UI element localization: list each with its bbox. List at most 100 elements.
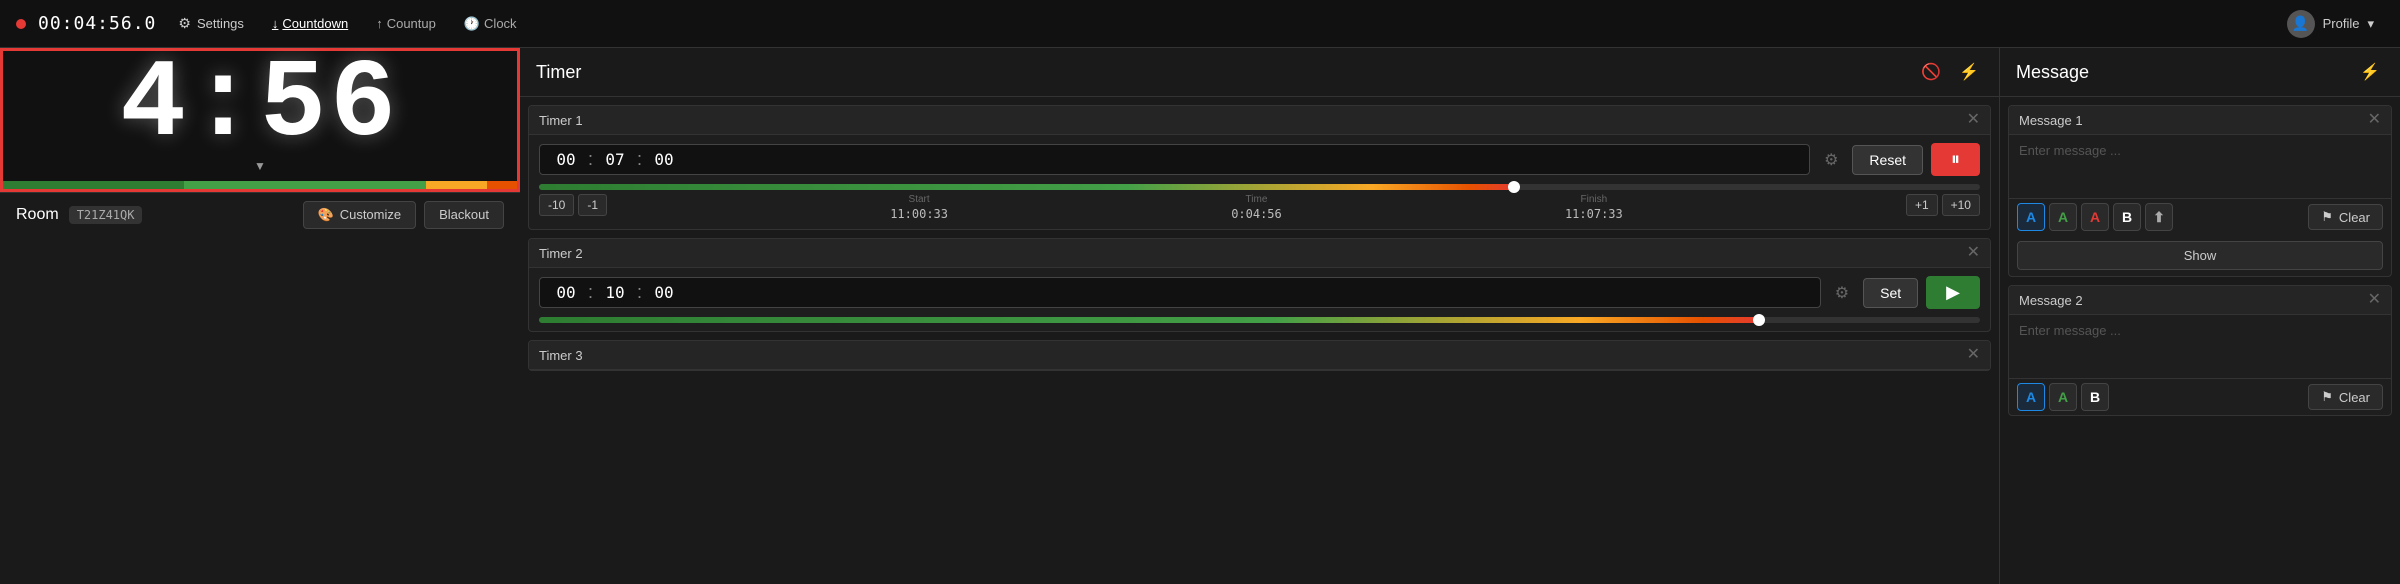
gear-icon: ⚙	[178, 15, 191, 32]
timer-1-minus10-button[interactable]: -10	[539, 194, 574, 216]
mode-clock[interactable]: 🕐 Clock	[458, 12, 523, 36]
timer-1-progress-row	[529, 184, 1990, 190]
timer-1-minutes[interactable]	[597, 150, 633, 169]
clear-2-flag-icon: ⚑	[2321, 389, 2333, 405]
timer-1-minus1-button[interactable]: -1	[578, 194, 607, 216]
timer-3-header: Timer 3 ✕	[529, 341, 1990, 370]
timer-1-sep2: :	[637, 149, 642, 170]
message-1-close-button[interactable]: ✕	[2368, 112, 2381, 128]
timer-panel-header: Timer 🚫 ⚡	[520, 48, 1999, 97]
bar-orange	[487, 181, 517, 189]
message-1-clear-button[interactable]: ⚑ Clear	[2308, 204, 2383, 230]
timer-1-progress-fill	[539, 184, 1519, 190]
preview-wrapper: 4:56 ▼ Room T21Z41QK 🎨 Customize	[0, 48, 520, 584]
message-2-block: Message 2 ✕ A A B ⚑ Clear	[2008, 285, 2392, 416]
countdown-arrow-icon: ↓	[272, 16, 279, 31]
fmt-2-b-button[interactable]: B	[2081, 383, 2109, 411]
timer-1-close-button[interactable]: ✕	[1967, 112, 1980, 128]
timer-2-settings-icon[interactable]: ⚙	[1829, 277, 1855, 309]
message-panel: Message ⚡ Message 1 ✕ A A A B ⬆ ⚑ Clear	[2000, 48, 2400, 584]
profile-avatar: 👤	[2287, 10, 2315, 38]
clear-1-flag-icon: ⚑	[2321, 209, 2333, 225]
timer-1-start-group: Start 11:00:33	[890, 194, 948, 221]
settings-label: Settings	[197, 16, 244, 31]
timer-2-minutes[interactable]	[597, 283, 633, 302]
fmt-1-a-blue-button[interactable]: A	[2017, 203, 2045, 231]
timer-2-close-button[interactable]: ✕	[1967, 245, 1980, 261]
timer-2-progress-row	[529, 317, 1990, 323]
bar-light-green	[184, 181, 426, 189]
clear-1-label: Clear	[2339, 210, 2370, 225]
eye-off-icon[interactable]: 🚫	[1917, 58, 1945, 86]
message-1-header: Message 1 ✕	[2009, 106, 2391, 135]
fmt-1-a-red-button[interactable]: A	[2081, 203, 2109, 231]
timer-panel: Timer 🚫 ⚡ Timer 1 ✕ : : ⚙	[520, 48, 2000, 584]
timer-2-seconds[interactable]	[646, 283, 682, 302]
message-2-label: Message 2	[2019, 293, 2083, 308]
timer-panel-icons: 🚫 ⚡	[1917, 58, 1983, 86]
timer-2-hours[interactable]	[548, 283, 584, 302]
blackout-button[interactable]: Blackout	[424, 201, 504, 229]
fmt-2-a-green-button[interactable]: A	[2049, 383, 2077, 411]
message-2-input[interactable]	[2009, 315, 2391, 375]
timer-1-settings-icon[interactable]: ⚙	[1818, 144, 1844, 176]
lightning-icon[interactable]: ⚡	[1955, 58, 1983, 86]
timer-1-seconds[interactable]	[646, 150, 682, 169]
mode-countdown[interactable]: ↓ Countdown	[266, 12, 354, 35]
timer-1-hours[interactable]	[548, 150, 584, 169]
timer-2-play-button[interactable]: ▶	[1926, 276, 1980, 309]
timer-2-sep1: :	[588, 282, 593, 303]
timer-2-play-icon: ▶	[1946, 282, 1960, 303]
settings-button[interactable]: ⚙ Settings	[168, 11, 254, 36]
clear-2-label: Clear	[2339, 390, 2370, 405]
profile-label: Profile	[2323, 16, 2360, 31]
timer-1-reset-label: Reset	[1869, 152, 1906, 168]
profile-button[interactable]: 👤 Profile ▾	[2277, 6, 2384, 42]
timer-2-progress-handle[interactable]	[1753, 314, 1765, 326]
timer-1-plus10-button[interactable]: +10	[1942, 194, 1980, 216]
preview-timer: 4:56	[120, 51, 400, 161]
fmt-1-upload-button[interactable]: ⬆	[2145, 203, 2173, 231]
topbar-timer-display: 00:04:56.0	[38, 13, 156, 34]
timer-1-progress-handle[interactable]	[1508, 181, 1520, 193]
timer-1-current-time: 0:04:56	[1231, 207, 1282, 221]
timer-1-finish-group: Finish 11:07:33	[1565, 194, 1623, 221]
message-2-clear-button[interactable]: ⚑ Clear	[2308, 384, 2383, 410]
timer-1-block: Timer 1 ✕ : : ⚙ Reset ⏸	[528, 105, 1991, 230]
timer-2-progress-fill	[539, 317, 1764, 323]
room-code: T21Z41QK	[69, 206, 143, 224]
timer-2-set-button[interactable]: Set	[1863, 278, 1918, 308]
timer-1-adjust-left: -10 -1	[539, 194, 607, 216]
fmt-2-a-blue-button[interactable]: A	[2017, 383, 2045, 411]
timer-3-block: Timer 3 ✕	[528, 340, 1991, 371]
fmt-1-b-button[interactable]: B	[2113, 203, 2141, 231]
countup-arrow-icon: ↑	[376, 16, 383, 31]
timer-1-plus1-button[interactable]: +1	[1906, 194, 1938, 216]
message-2-close-button[interactable]: ✕	[2368, 292, 2381, 308]
bar-yellow	[426, 181, 486, 189]
timer-1-label: Timer 1	[539, 113, 583, 128]
message-1-block: Message 1 ✕ A A A B ⬆ ⚑ Clear Show	[2008, 105, 2392, 277]
timer-3-close-button[interactable]: ✕	[1967, 347, 1980, 363]
message-2-formatting: A A B ⚑ Clear	[2009, 378, 2391, 415]
timer-1-pause-button[interactable]: ⏸	[1931, 143, 1980, 176]
profile-chevron-icon: ▾	[2367, 16, 2374, 32]
mode-countup[interactable]: ↑ Countup	[370, 12, 442, 35]
timer-2-header: Timer 2 ✕	[529, 239, 1990, 268]
timer-panel-title: Timer	[536, 62, 581, 83]
fmt-1-a-green-button[interactable]: A	[2049, 203, 2077, 231]
message-1-show-label: Show	[2184, 248, 2217, 263]
timer-1-time-group: Time 0:04:56	[1231, 194, 1282, 221]
clock-icon: 🕐	[464, 16, 480, 32]
timer-1-timestamps: -10 -1 Start 11:00:33 Time 0:04:56 Finis…	[529, 190, 1990, 229]
message-1-show-button[interactable]: Show	[2017, 241, 2383, 270]
topbar-left: 00:04:56.0 ⚙ Settings ↓ Countdown ↑ Coun…	[16, 11, 2277, 36]
customize-button[interactable]: 🎨 Customize	[303, 201, 417, 229]
timer-1-time-input: : :	[539, 144, 1810, 175]
room-actions: 🎨 Customize Blackout	[303, 201, 504, 229]
message-lightning-icon[interactable]: ⚡	[2356, 58, 2384, 86]
countup-label: Countup	[387, 16, 436, 31]
timer-1-adjust-right: +1 +10	[1906, 194, 1980, 216]
message-1-input[interactable]	[2009, 135, 2391, 195]
timer-1-reset-button[interactable]: Reset	[1852, 145, 1923, 175]
